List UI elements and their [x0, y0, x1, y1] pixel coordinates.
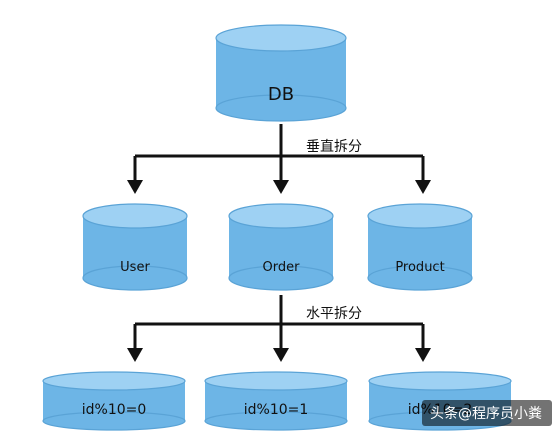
arrow-to-order-icon — [273, 180, 289, 194]
vertical-split-label: 垂直拆分 — [306, 138, 362, 155]
horizontal-split-label: 水平拆分 — [306, 306, 362, 322]
arrow-to-shard-1-icon — [273, 348, 289, 362]
database-split-diagram: 垂直拆分 水平拆分 DB User Order Product id%10=0 — [42, 24, 552, 431]
db-root-label: DB — [268, 84, 294, 105]
order-db-label: Order — [263, 260, 301, 275]
arrow-to-shard-0-icon — [127, 348, 143, 362]
product-db-cylinder: Product — [367, 203, 473, 291]
watermark-text: 头条@程序员小粪 — [430, 405, 542, 422]
order-db-cylinder: Order — [228, 203, 334, 291]
arrow-to-user-icon — [127, 180, 143, 194]
shard-1-cylinder: id%10=1 — [204, 371, 348, 431]
arrow-to-shard-2-icon — [415, 348, 431, 362]
db-root-cylinder: DB — [215, 24, 347, 122]
user-db-cylinder: User — [82, 203, 188, 291]
user-db-label: User — [120, 260, 150, 275]
shard-0-cylinder: id%10=0 — [42, 371, 186, 431]
watermark: 头条@程序员小粪 — [422, 400, 552, 426]
arrow-to-product-icon — [415, 180, 431, 194]
product-db-label: Product — [395, 260, 444, 275]
shard-0-label: id%10=0 — [82, 402, 147, 418]
horizontal-split-connectors — [127, 295, 431, 362]
vertical-split-connectors — [127, 124, 431, 194]
shard-1-label: id%10=1 — [244, 402, 309, 418]
